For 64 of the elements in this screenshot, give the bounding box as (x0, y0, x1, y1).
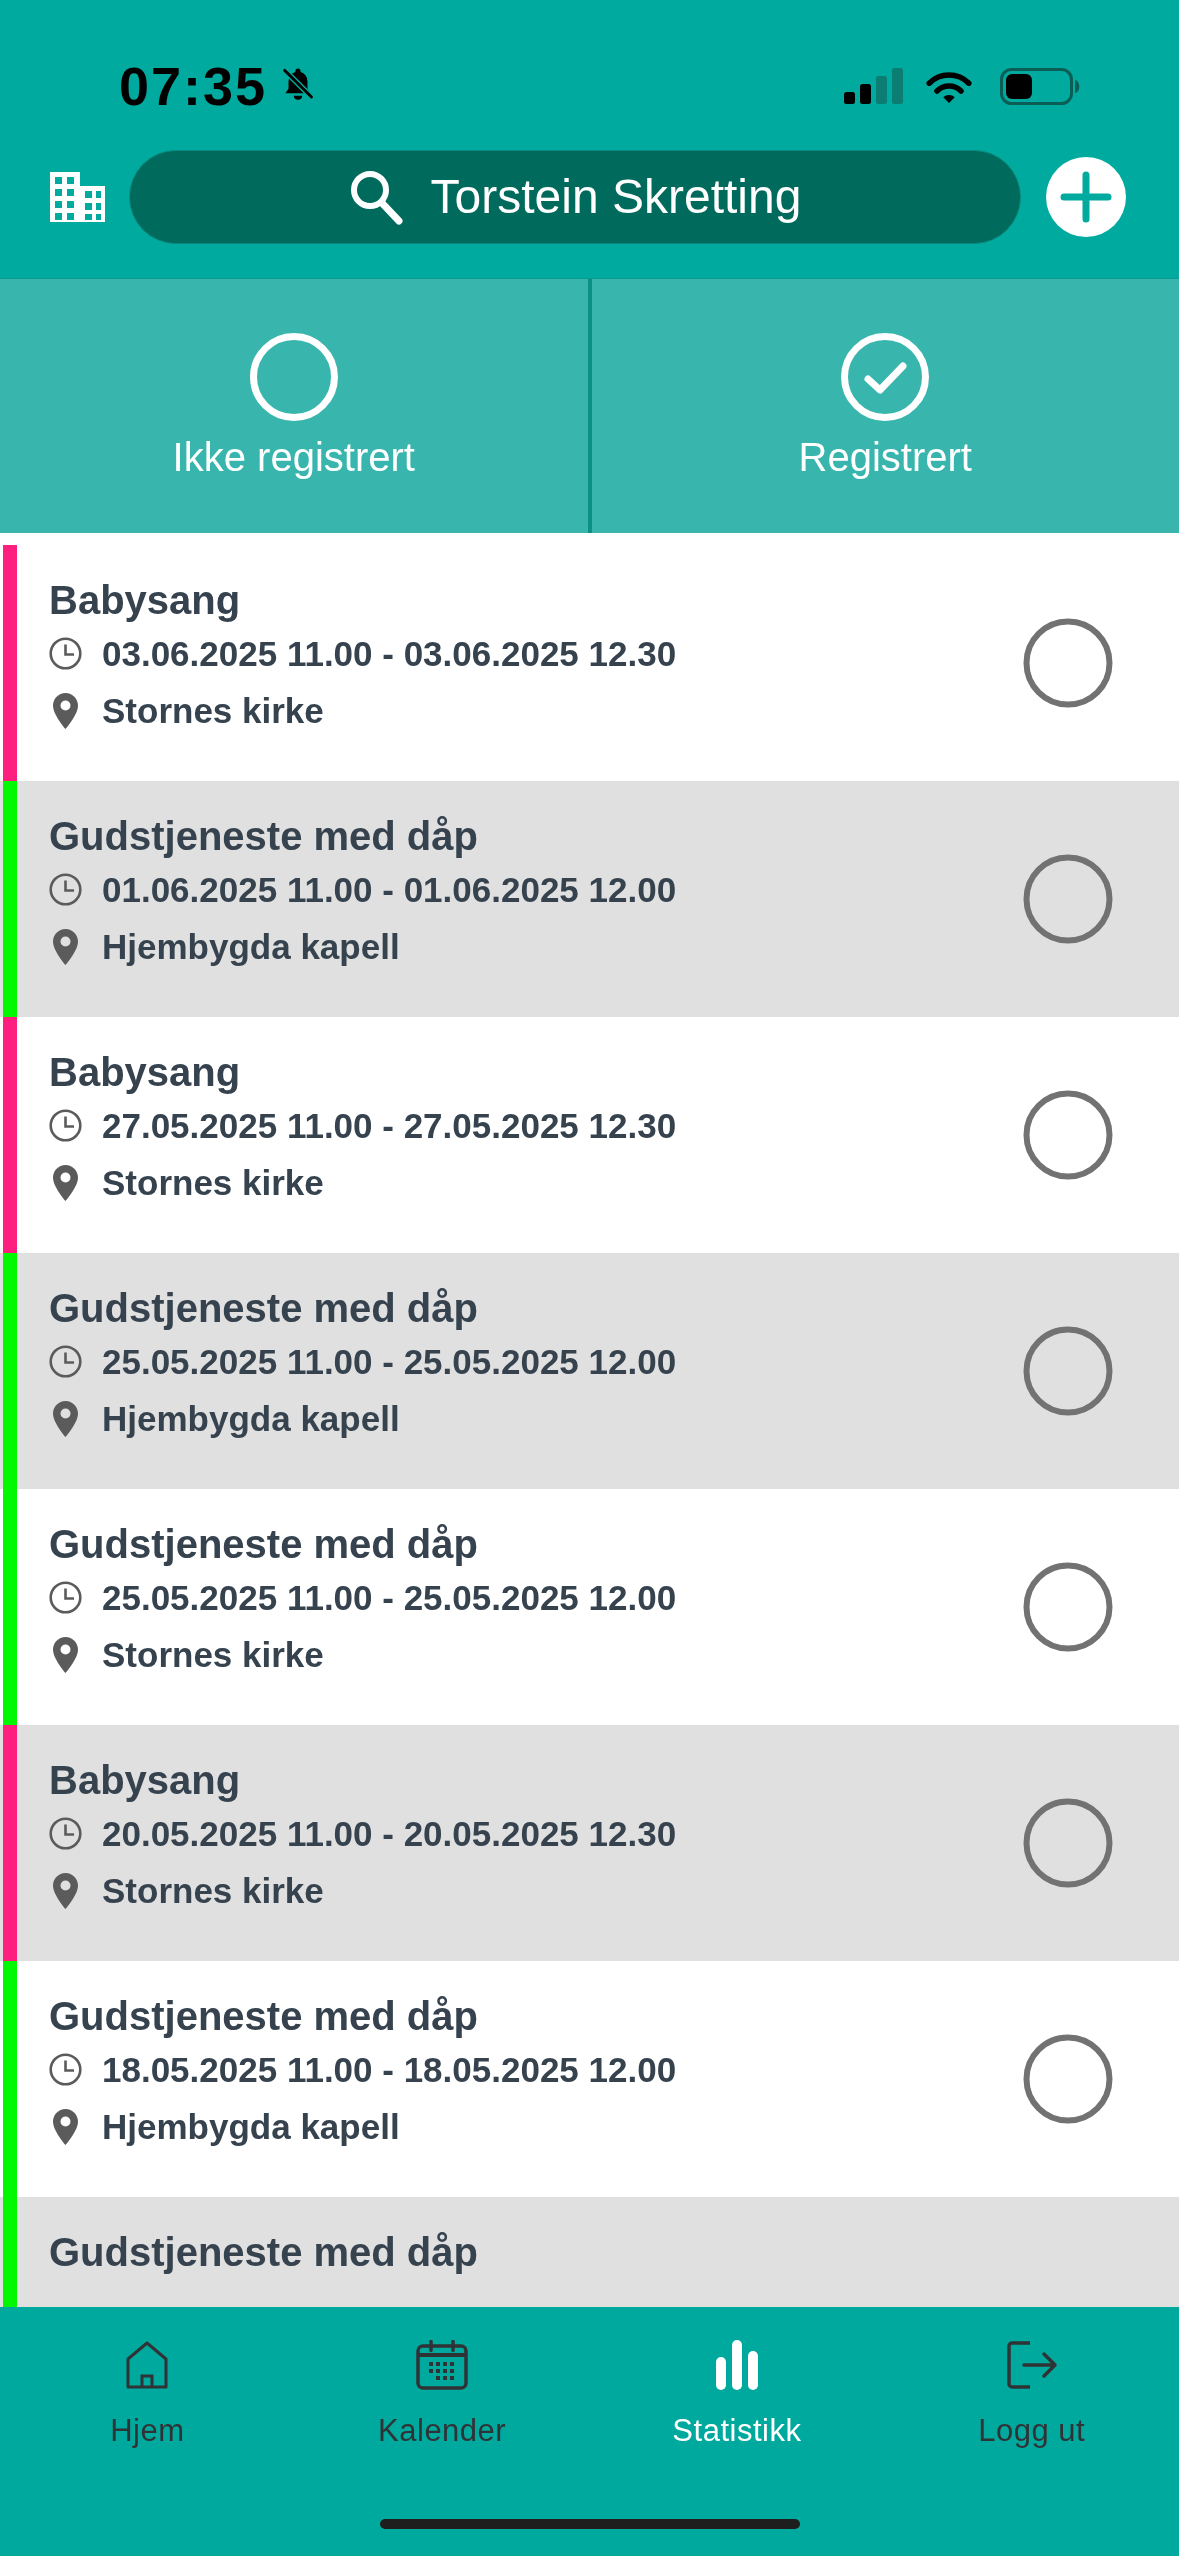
check-circle-icon (841, 333, 930, 421)
event-row[interactable]: Gudstjeneste med dåp (0, 2197, 1179, 2307)
logout-icon (1005, 2340, 1058, 2390)
nav-tab[interactable]: Logg ut (884, 2307, 1179, 2450)
event-title: Babysang (49, 577, 241, 624)
status-time: 07:35 (119, 56, 268, 116)
event-time: 20.05.2025 11.00 - 20.05.2025 12.30 (102, 1812, 677, 1855)
event-title: Gudstjeneste med dåp (49, 2229, 478, 2276)
map-pin-icon (53, 1636, 78, 1673)
register-toggle[interactable] (1023, 1090, 1113, 1180)
home-icon (125, 2340, 170, 2390)
clock-icon (49, 1109, 82, 1142)
event-title: Gudstjeneste med dåp (49, 1521, 478, 1568)
event-title: Babysang (49, 1757, 241, 1804)
register-toggle[interactable] (1023, 1562, 1113, 1652)
circle-icon (249, 333, 338, 421)
event-time: 03.06.2025 11.00 - 03.06.2025 12.30 (102, 632, 677, 675)
event-row[interactable]: Gudstjeneste med dåp 25.05.2025 11.00 - 25.05.2025 12.00 Hjembygda kapell (0, 1253, 1179, 1489)
add-button[interactable] (1046, 157, 1126, 237)
event-location: Stornes kirke (102, 689, 324, 732)
register-toggle[interactable] (1023, 1798, 1113, 1888)
battery-icon (1000, 67, 1080, 105)
wifi-icon (925, 69, 973, 103)
clock-icon (49, 1581, 82, 1614)
event-location: Hjembygda kapell (102, 1397, 400, 1440)
nav-tab[interactable]: Hjem (0, 2307, 295, 2450)
map-pin-icon (53, 1400, 78, 1437)
event-location: Stornes kirke (102, 1161, 324, 1204)
event-row[interactable]: Gudstjeneste med dåp 01.06.2025 11.00 - 01.06.2025 12.00 Hjembygda kapell (0, 781, 1179, 1017)
event-time: 01.06.2025 11.00 - 01.06.2025 12.00 (102, 868, 677, 911)
calendar-icon (416, 2340, 469, 2390)
register-toggle[interactable] (1023, 2034, 1113, 2124)
map-pin-icon (53, 692, 78, 729)
clock-icon (49, 873, 82, 906)
event-location: Hjembygda kapell (102, 2105, 400, 2148)
event-row[interactable]: Babysang 20.05.2025 11.00 - 20.05.2025 12.30 Stornes kirke (0, 1725, 1179, 1961)
clock-icon (49, 1345, 82, 1378)
register-toggle[interactable] (1023, 1326, 1113, 1416)
event-time: 18.05.2025 11.00 - 18.05.2025 12.00 (102, 2048, 677, 2091)
bar-chart-icon (714, 2340, 759, 2390)
search-icon (348, 169, 403, 225)
event-title: Gudstjeneste med dåp (49, 813, 478, 860)
event-location: Stornes kirke (102, 1869, 324, 1912)
clock-icon (49, 1817, 82, 1850)
event-title: Babysang (49, 1049, 241, 1096)
clock-icon (49, 2053, 82, 2086)
event-location: Stornes kirke (102, 1633, 324, 1676)
signal-icon (844, 68, 904, 104)
map-pin-icon (53, 1164, 78, 1201)
register-toggle[interactable] (1023, 618, 1113, 708)
event-time: 25.05.2025 11.00 - 25.05.2025 12.00 (102, 1340, 677, 1383)
event-time: 27.05.2025 11.00 - 27.05.2025 12.30 (102, 1104, 677, 1147)
event-time: 25.05.2025 11.00 - 25.05.2025 12.00 (102, 1576, 677, 1619)
event-location: Hjembygda kapell (102, 925, 400, 968)
nav-tab[interactable]: Kalender (294, 2307, 590, 2450)
event-title: Gudstjeneste med dåp (49, 1993, 478, 2040)
clock-icon (49, 637, 82, 670)
map-pin-icon (53, 928, 78, 965)
search-field[interactable]: Torstein Skretting (129, 150, 1021, 244)
map-pin-icon (53, 1872, 78, 1909)
register-toggle[interactable] (1023, 854, 1113, 944)
event-title: Gudstjeneste med dåp (49, 1285, 478, 1332)
map-pin-icon (53, 2108, 78, 2145)
building-icon[interactable] (50, 172, 105, 222)
